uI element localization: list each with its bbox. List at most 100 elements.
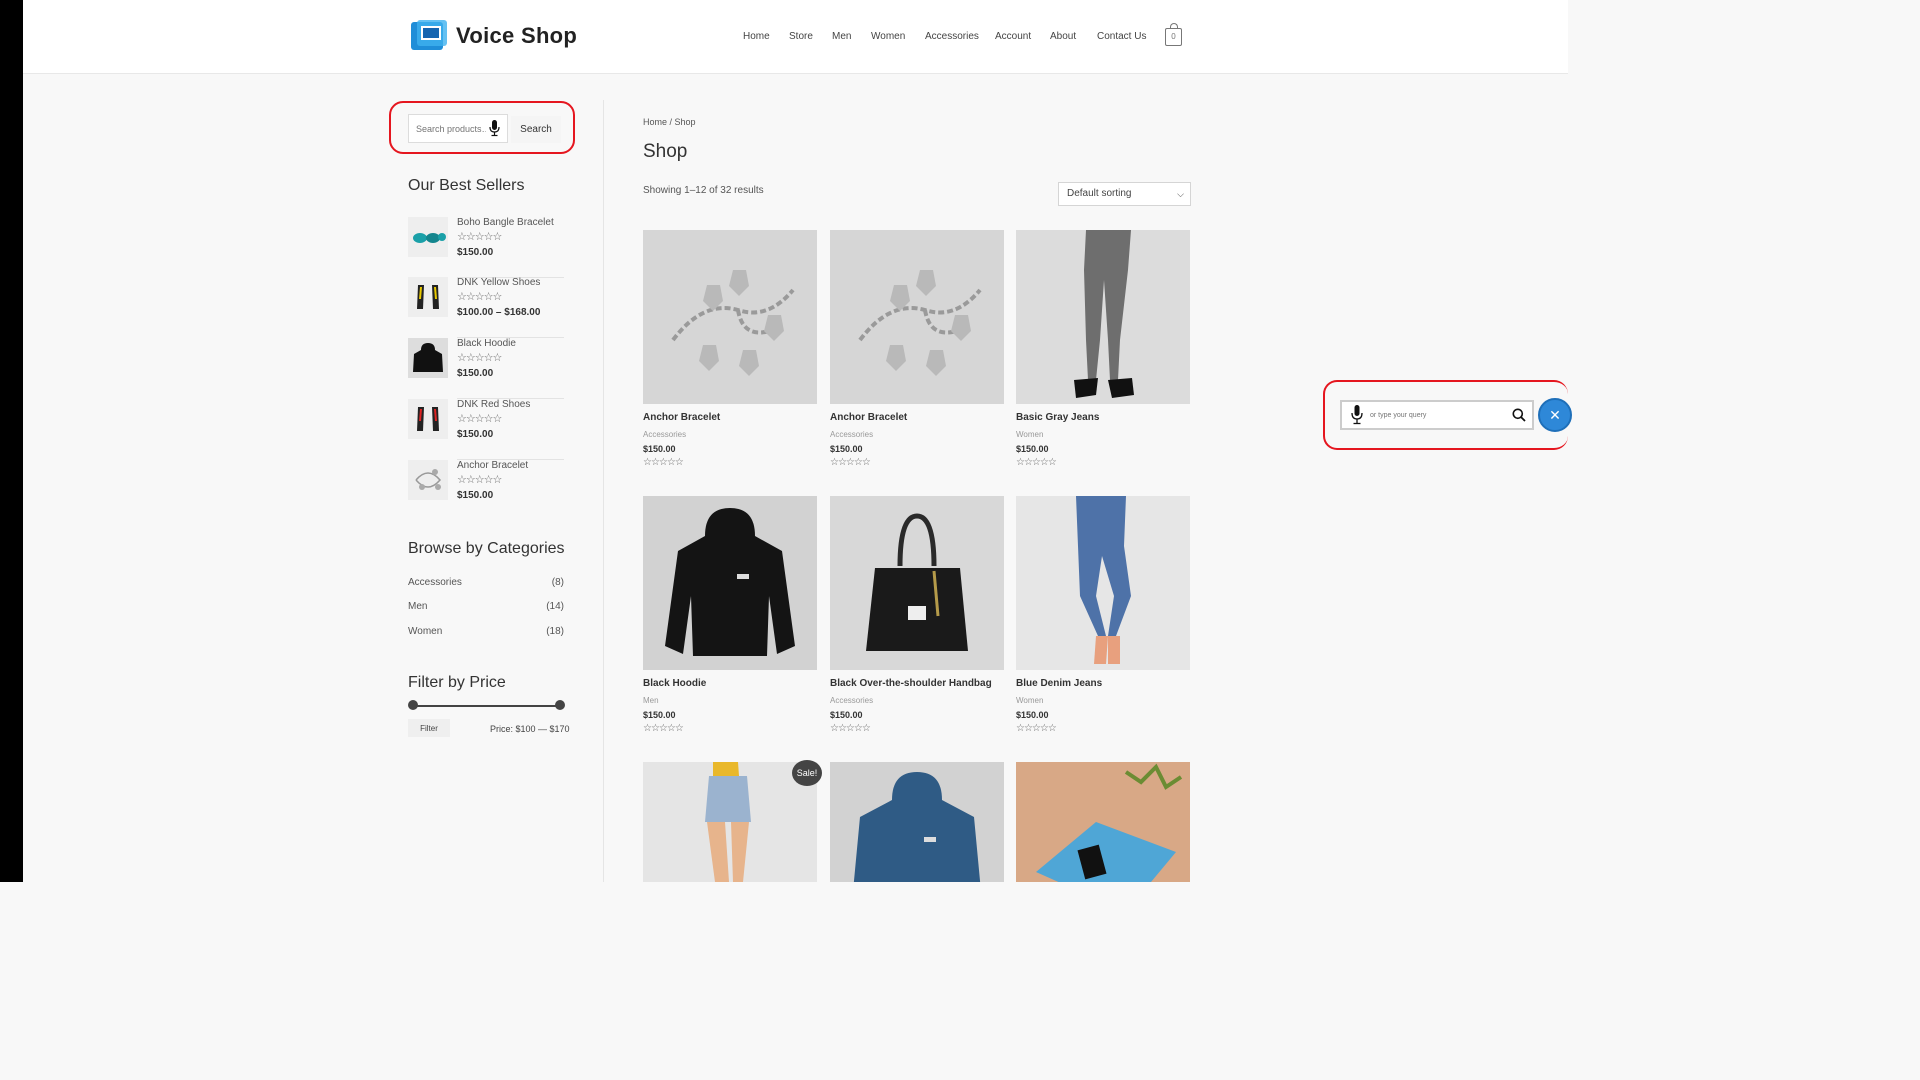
nav-women[interactable]: Women — [871, 31, 905, 42]
price-min-handle[interactable] — [408, 700, 418, 710]
product-name[interactable]: Basic Gray Jeans — [1016, 412, 1099, 423]
price-range-label: Price: $100 — $170 — [490, 724, 570, 734]
rating-stars: ☆☆☆☆☆ — [457, 352, 502, 364]
product-category: Accessories — [830, 696, 874, 705]
sale-badge: Sale! — [792, 760, 822, 786]
product-price: $150.00 — [830, 444, 863, 454]
product-thumbnail[interactable] — [408, 460, 448, 500]
price-max-handle[interactable] — [555, 700, 565, 710]
product-image[interactable] — [1016, 230, 1190, 404]
product-price: $150.00 — [643, 710, 676, 720]
category-name[interactable]: Women — [408, 626, 442, 637]
best-seller-item[interactable]: Anchor Bracelet ☆☆☆☆☆ $150.00 — [408, 460, 564, 521]
rating-stars: ☆☆☆☆☆ — [643, 723, 684, 734]
nav-store[interactable]: Store — [789, 31, 813, 42]
product-image[interactable] — [643, 230, 817, 404]
product-thumbnail[interactable] — [408, 217, 448, 257]
product-category: Women — [1016, 696, 1044, 705]
rating-stars: ☆☆☆☆☆ — [457, 474, 502, 486]
category-count: (14) — [546, 601, 564, 612]
product-card[interactable] — [643, 762, 817, 882]
product-image[interactable] — [830, 496, 1004, 670]
best-seller-item[interactable]: Black Hoodie ☆☆☆☆☆ $150.00 — [408, 338, 564, 399]
sort-selected-value: Default sorting — [1067, 188, 1132, 199]
cart-icon[interactable]: 0 — [1165, 23, 1182, 46]
best-sellers-title: Our Best Sellers — [408, 177, 525, 194]
product-name[interactable]: DNK Yellow Shoes — [457, 277, 540, 288]
chevron-down-icon: ⌵ — [1177, 189, 1184, 199]
product-name[interactable]: DNK Red Shoes — [457, 399, 530, 410]
category-item-men[interactable]: Men (14) — [408, 601, 564, 612]
product-search-input[interactable] — [416, 115, 486, 142]
search-icon[interactable] — [1512, 408, 1526, 427]
rating-stars: ☆☆☆☆☆ — [830, 723, 871, 734]
product-name[interactable]: Black Hoodie — [457, 338, 516, 349]
nav-about[interactable]: About — [1050, 31, 1076, 42]
sidebar-divider — [603, 100, 604, 882]
sort-dropdown[interactable]: Default sorting ⌵ — [1058, 182, 1191, 206]
page-title: Shop — [643, 141, 688, 162]
rating-stars: ☆☆☆☆☆ — [830, 457, 871, 468]
best-seller-item[interactable]: DNK Red Shoes ☆☆☆☆☆ $150.00 — [408, 399, 564, 460]
product-price: $100.00 – $168.00 — [457, 307, 541, 318]
product-image[interactable] — [643, 496, 817, 670]
rating-stars: ☆☆☆☆☆ — [457, 231, 502, 243]
close-icon[interactable]: ✕ — [1538, 398, 1572, 432]
product-card[interactable] — [830, 762, 1004, 882]
category-item-women[interactable]: Women (18) — [408, 626, 564, 637]
price-range-track — [412, 705, 560, 707]
product-name[interactable]: Blue Denim Jeans — [1016, 678, 1102, 689]
product-name[interactable]: Black Hoodie — [643, 678, 706, 689]
product-price: $150.00 — [457, 247, 494, 258]
price-filter-title: Filter by Price — [408, 674, 506, 691]
product-price: $150.00 — [1016, 444, 1049, 454]
best-seller-item[interactable]: Boho Bangle Bracelet ☆☆☆☆☆ $150.00 — [408, 217, 564, 278]
voice-query-input[interactable] — [1370, 402, 1500, 428]
product-price: $150.00 — [1016, 710, 1049, 720]
product-name[interactable]: Anchor Bracelet — [643, 412, 720, 423]
left-black-strip — [0, 0, 23, 882]
product-thumbnail[interactable] — [408, 277, 448, 317]
category-item-accessories[interactable]: Accessories (8) — [408, 577, 564, 588]
result-count: Showing 1–12 of 32 results — [643, 185, 764, 196]
rating-stars: ☆☆☆☆☆ — [1016, 457, 1057, 468]
categories-title: Browse by Categories — [408, 540, 565, 557]
product-name[interactable]: Anchor Bracelet — [457, 460, 528, 471]
product-category: Accessories — [830, 430, 874, 439]
product-category: Accessories — [643, 430, 687, 439]
product-price: $150.00 — [830, 710, 863, 720]
rating-stars: ☆☆☆☆☆ — [457, 291, 502, 303]
nav-contact-us[interactable]: Contact Us — [1097, 31, 1146, 42]
microphone-icon[interactable] — [1351, 405, 1363, 430]
category-name[interactable]: Men — [408, 601, 427, 612]
rating-stars: ☆☆☆☆☆ — [457, 413, 502, 425]
product-card[interactable] — [1016, 762, 1190, 882]
category-count: (8) — [551, 577, 564, 588]
search-button[interactable]: Search — [511, 116, 561, 143]
nav-accessories[interactable]: Accessories — [925, 31, 979, 42]
nav-men[interactable]: Men — [832, 31, 851, 42]
nav-account[interactable]: Account — [995, 31, 1031, 42]
product-category: Men — [643, 696, 659, 705]
filter-button[interactable]: Filter — [408, 719, 450, 737]
product-price: $150.00 — [457, 429, 494, 440]
category-name[interactable]: Accessories — [408, 577, 462, 588]
breadcrumb[interactable]: Home / Shop — [643, 117, 696, 127]
product-image[interactable] — [1016, 496, 1190, 670]
product-thumbnail[interactable] — [408, 338, 448, 378]
microphone-icon[interactable] — [489, 120, 500, 142]
product-price: $150.00 — [457, 368, 494, 379]
product-thumbnail[interactable] — [408, 399, 448, 439]
product-search-box — [408, 114, 508, 143]
product-image[interactable] — [830, 230, 1004, 404]
best-seller-item[interactable]: DNK Yellow Shoes ☆☆☆☆☆ $100.00 – $168.00 — [408, 277, 564, 338]
product-image[interactable] — [830, 762, 1004, 882]
cart-count: 0 — [1171, 32, 1176, 41]
nav-home[interactable]: Home — [743, 31, 770, 42]
voice-search-widget — [1340, 400, 1534, 430]
product-image[interactable] — [643, 762, 817, 882]
product-name[interactable]: Boho Bangle Bracelet — [457, 217, 554, 228]
product-image[interactable] — [1016, 762, 1190, 882]
product-name[interactable]: Anchor Bracelet — [830, 412, 907, 423]
product-name[interactable]: Black Over-the-shoulder Handbag — [830, 678, 992, 689]
